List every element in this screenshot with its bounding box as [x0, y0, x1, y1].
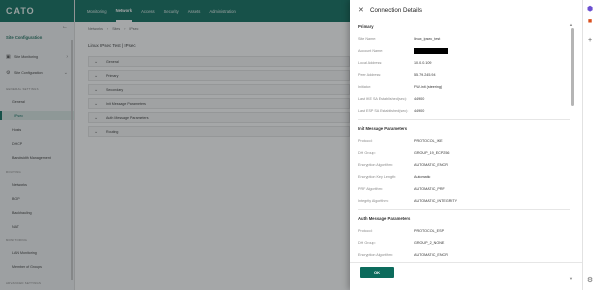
- divider: [358, 119, 570, 120]
- detail-row: Encryption Algorithm: AUTOMATIC_ENCR: [358, 163, 448, 167]
- redacted-value: [414, 48, 448, 54]
- detail-row: Last ESP SA Established(sec): 44900: [358, 109, 425, 113]
- close-icon[interactable]: ✕: [358, 6, 364, 14]
- detail-row: Integrity Algorithm: AUTOMATIC_INTEGRITY: [358, 199, 458, 203]
- detail-row: Peer Address: 55.79.245.94: [358, 73, 436, 77]
- detail-row: Protocol: PROTOCOL_ESP: [358, 229, 445, 233]
- divider: [358, 209, 570, 210]
- modal-overlay[interactable]: [0, 0, 350, 290]
- detail-row: Encryption Key Length: Automatic: [358, 175, 431, 179]
- dialog-title: Connection Details: [370, 7, 422, 14]
- detail-row: Local Address: 10.0.0.109: [358, 61, 432, 65]
- detail-row: Protocol: PROTOCOL_IKE: [358, 139, 443, 143]
- office-icon[interactable]: ■: [585, 18, 595, 25]
- app-window: CATO ← Site Configuration ▣ Site Monitor…: [0, 0, 600, 290]
- section-primary-title: Primary: [358, 24, 374, 29]
- detail-row: Last IKE SA Established(sec): 44900: [358, 97, 425, 101]
- settings-icon[interactable]: ⚙: [585, 276, 595, 284]
- dialog-body: Primary Site Name: linux_ipsec_test Accou…: [350, 22, 576, 260]
- detail-row: Account Name:: [358, 48, 568, 56]
- detail-row: DH Group: GROUP_19_ECP256: [358, 151, 450, 155]
- detail-row: PRF Algorithm: AUTOMATIC_PRF: [358, 187, 445, 191]
- scroll-up-icon[interactable]: ▲: [569, 22, 573, 27]
- dialog-scrollbar[interactable]: [571, 28, 574, 106]
- ok-button[interactable]: OK: [360, 267, 394, 278]
- section-init-title: Init Message Parameters: [358, 126, 408, 131]
- connection-details-dialog: ✕ Connection Details Primary Site Name: l…: [350, 0, 582, 290]
- section-auth-title: Auth Message Parameters: [358, 216, 411, 221]
- detail-row: Site Name: linux_ipsec_test: [358, 37, 441, 41]
- detail-row: DH Group: GROUP_2_NONE: [358, 241, 445, 245]
- scroll-down-icon[interactable]: ▼: [569, 276, 573, 281]
- detail-row: Encryption Algorithm: AUTOMATIC_ENCR: [358, 253, 448, 257]
- plus-icon[interactable]: +: [585, 37, 595, 44]
- dialog-footer-divider: [350, 262, 582, 263]
- puzzle-icon[interactable]: ⬢: [585, 5, 595, 13]
- detail-row: Initiator: FW-init (steering): [358, 85, 443, 89]
